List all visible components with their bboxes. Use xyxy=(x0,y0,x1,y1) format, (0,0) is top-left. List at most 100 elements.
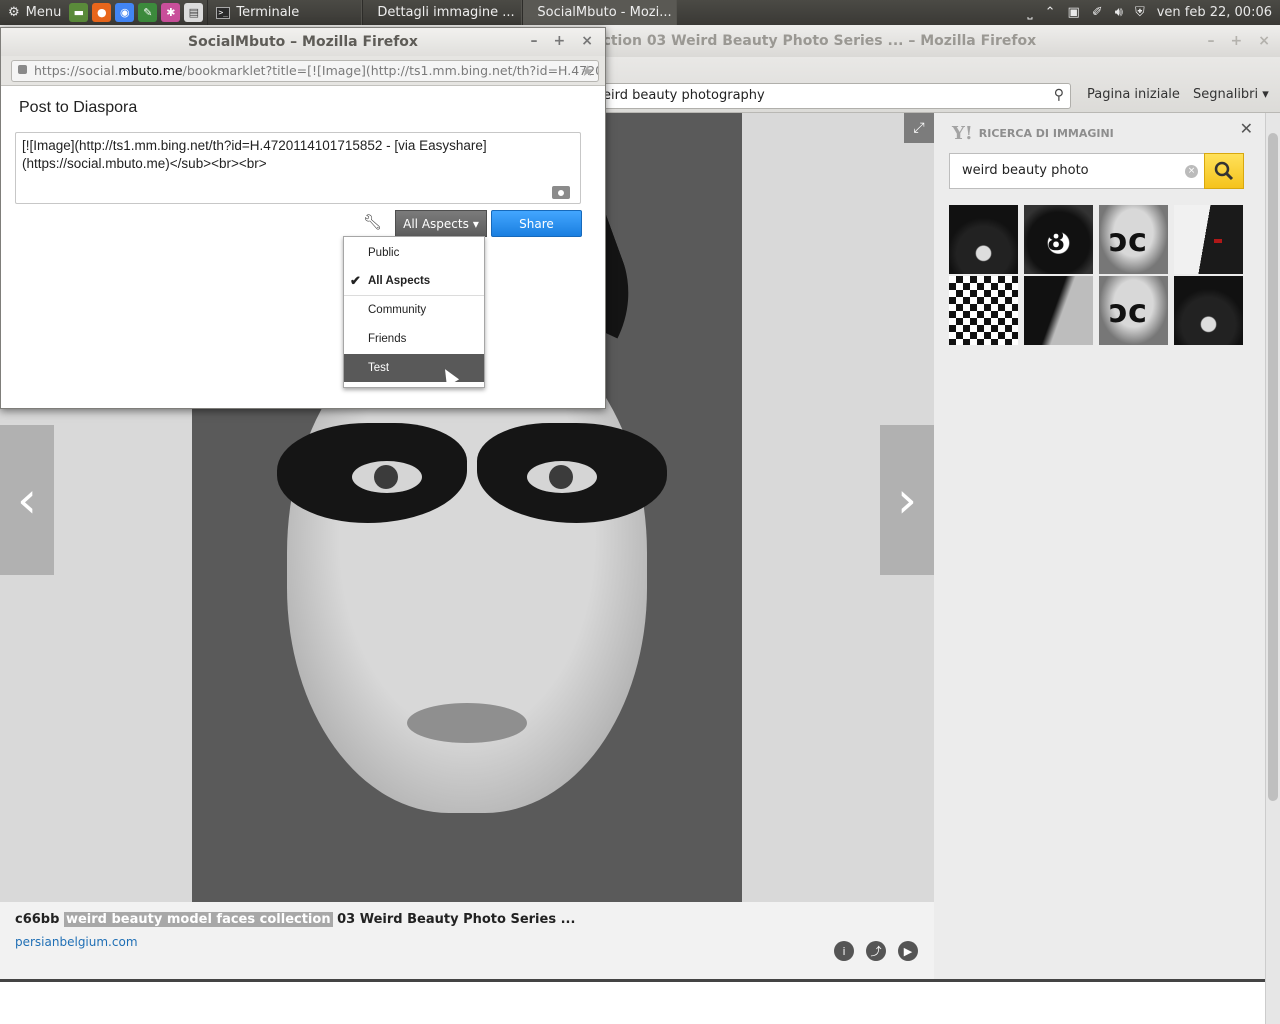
bottom-strip xyxy=(0,979,1265,1024)
yahoo-logo-icon: Y! xyxy=(952,123,973,144)
task-label: SocialMbuto - Mozi... xyxy=(537,5,672,20)
sidebar-search-button[interactable] xyxy=(1204,153,1244,189)
wrench-icon[interactable]: 🔧︎ xyxy=(363,213,382,231)
file-manager-icon[interactable]: ▬ xyxy=(69,3,89,22)
workspace-icon[interactable]: ⎵ xyxy=(1027,5,1032,20)
socialmbuto-popup-window: SocialMbuto – Mozilla Firefox – + × http… xyxy=(0,27,606,409)
thumbnail[interactable] xyxy=(1024,276,1093,345)
main-menu-button[interactable]: ⚙ Menu xyxy=(0,0,69,25)
sidebar-search-input[interactable]: weird beauty photo × xyxy=(949,153,1205,189)
aspect-item-all-aspects[interactable]: ✔ All Aspects xyxy=(344,267,484,295)
aspects-dropdown-menu: Public ✔ All Aspects Community Friends T… xyxy=(343,236,485,388)
aspect-label: Test xyxy=(368,362,390,374)
close-icon[interactable]: × xyxy=(581,33,593,49)
expand-icon: ⤢ xyxy=(913,120,925,136)
thumbnail[interactable] xyxy=(1174,276,1243,345)
bookmarks-label: Segnalibri xyxy=(1193,87,1259,102)
bg-search-value: eird beauty photography xyxy=(603,88,765,103)
sidebar-title: RICERCA DI IMMAGINI xyxy=(978,127,1114,140)
aspect-item-test[interactable]: Test xyxy=(344,354,484,382)
taskbar-item-terminal[interactable]: >_ Terminale xyxy=(207,0,363,25)
search-icon xyxy=(1214,161,1234,181)
image-caption: c66bb weird beauty model faces collectio… xyxy=(0,902,934,980)
clear-icon[interactable]: × xyxy=(1185,165,1198,178)
gear-icon: ⚙ xyxy=(8,5,20,20)
post-line-2: (https://social.mbuto.me)</sub><br><br> xyxy=(22,156,267,171)
share-button[interactable]: Share xyxy=(491,210,582,237)
task-label: Terminale xyxy=(236,5,300,20)
sidebar-close-button[interactable]: ✕ xyxy=(1240,119,1253,138)
lock-icon xyxy=(18,65,27,74)
aspects-dropdown-button[interactable]: All Aspects ▾ xyxy=(395,210,487,237)
bg-search-input[interactable]: eird beauty photography ⚲ xyxy=(596,83,1071,109)
thumbnail[interactable] xyxy=(949,276,1018,345)
editor-launcher-icon[interactable]: ▤ xyxy=(184,3,204,22)
clock[interactable]: ven feb 22, 00:06 xyxy=(1157,5,1272,20)
post-line-1: [![Image](http://ts1.mm.bing.net/th?id=H… xyxy=(22,138,487,153)
image-search-sidebar: Y! RICERCA DI IMMAGINI ✕ weird beauty ph… xyxy=(934,113,1265,979)
graphics-launcher-icon[interactable]: ✱ xyxy=(161,3,181,22)
terminal-icon: >_ xyxy=(216,6,231,19)
thumbnail[interactable] xyxy=(949,205,1018,274)
pen-icon[interactable]: ✐ xyxy=(1092,5,1103,20)
minimize-icon[interactable]: – xyxy=(531,33,538,49)
share-icon[interactable]: ⤴ xyxy=(866,941,886,961)
sidebar-search-value: weird beauty photo xyxy=(962,163,1089,178)
chevron-up-icon[interactable]: ⌃ xyxy=(1045,5,1056,20)
search-icon[interactable]: ⚲ xyxy=(1054,87,1064,103)
thumbnail[interactable]: ↄc xyxy=(1099,205,1168,274)
chevron-down-icon: ▾ xyxy=(472,216,479,231)
task-label: Dettagli immagine ... xyxy=(377,5,515,20)
tools-launcher-icon[interactable]: ✎ xyxy=(138,3,158,22)
scrollbar-thumb[interactable] xyxy=(1268,133,1278,801)
thumbnail[interactable] xyxy=(1174,205,1243,274)
minimize-icon[interactable]: – xyxy=(1208,33,1215,49)
photo-mask-shape xyxy=(247,413,687,533)
source-link[interactable]: persianbelgium.com xyxy=(15,935,138,949)
camera-icon[interactable] xyxy=(552,186,570,199)
aspect-label: All Aspects xyxy=(368,275,431,287)
clipboard-icon[interactable]: ▣ xyxy=(1068,5,1080,20)
menu-label: Menu xyxy=(25,5,62,20)
thumbnail[interactable]: ↄc xyxy=(1099,276,1168,345)
caption-title[interactable]: c66bb weird beauty model faces collectio… xyxy=(15,912,575,927)
aspect-item-friends[interactable]: Friends xyxy=(344,325,484,353)
chevron-right-icon: › xyxy=(897,471,917,529)
chevron-down-icon: ▾ xyxy=(1262,87,1269,102)
popup-titlebar: SocialMbuto – Mozilla Firefox – + × xyxy=(1,28,605,56)
sidebar-header: Y! RICERCA DI IMMAGINI xyxy=(952,123,1114,144)
maximize-icon[interactable]: + xyxy=(1231,33,1243,49)
close-icon[interactable]: × xyxy=(1258,33,1270,49)
aspect-item-community[interactable]: Community xyxy=(344,296,484,324)
home-link[interactable]: Pagina iniziale xyxy=(1087,87,1180,102)
caption-prefix: c66bb xyxy=(15,912,60,927)
aspect-item-public[interactable]: Public xyxy=(344,239,484,267)
popup-url-bar: https://social.mbuto.me/bookmarklet?titl… xyxy=(1,56,605,86)
page-scrollbar[interactable] xyxy=(1265,113,1280,1024)
caption-suffix: 03 Weird Beauty Photo Series ... xyxy=(337,912,576,927)
previous-image-button[interactable]: ‹ xyxy=(0,425,54,575)
close-icon: ✕ xyxy=(1239,119,1253,138)
post-textarea[interactable]: [![Image](http://ts1.mm.bing.net/th?id=H… xyxy=(15,132,581,204)
thumbnail[interactable]: 8 xyxy=(1024,205,1093,274)
maximize-icon[interactable]: + xyxy=(554,33,566,49)
star-icon[interactable]: ★ xyxy=(581,62,594,80)
firefox-launcher-icon[interactable]: ● xyxy=(92,3,112,22)
url-prefix: https://social. xyxy=(34,63,119,78)
system-tray: ⎵ ⌃ ▣ ✐ 🔊︎ ⛨ ven feb 22, 00:06 xyxy=(1027,0,1272,25)
top-panel: ⚙ Menu ▬ ● ◉ ✎ ✱ ▤ >_ Terminale Dettagli… xyxy=(0,0,1280,25)
popup-title: SocialMbuto – Mozilla Firefox xyxy=(188,34,418,50)
shield-icon[interactable]: ⛨ xyxy=(1135,5,1145,20)
bookmarks-menu[interactable]: Segnalibri ▾ xyxy=(1193,87,1269,102)
taskbar-item-socialmbuto[interactable]: SocialMbuto - Mozi... xyxy=(522,0,678,25)
aspect-label: Friends xyxy=(368,333,407,345)
play-icon[interactable]: ▶ xyxy=(898,941,918,961)
aspect-label: Public xyxy=(368,247,400,259)
info-icon[interactable]: i xyxy=(834,941,854,961)
fullscreen-button[interactable]: ⤢ xyxy=(904,113,934,143)
next-image-button[interactable]: › xyxy=(880,425,934,575)
url-field[interactable]: https://social.mbuto.me/bookmarklet?titl… xyxy=(11,60,599,82)
volume-icon[interactable]: 🔊︎ xyxy=(1115,5,1123,20)
chrome-launcher-icon[interactable]: ◉ xyxy=(115,3,135,22)
taskbar-item-image-details[interactable]: Dettagli immagine ... xyxy=(362,0,523,25)
